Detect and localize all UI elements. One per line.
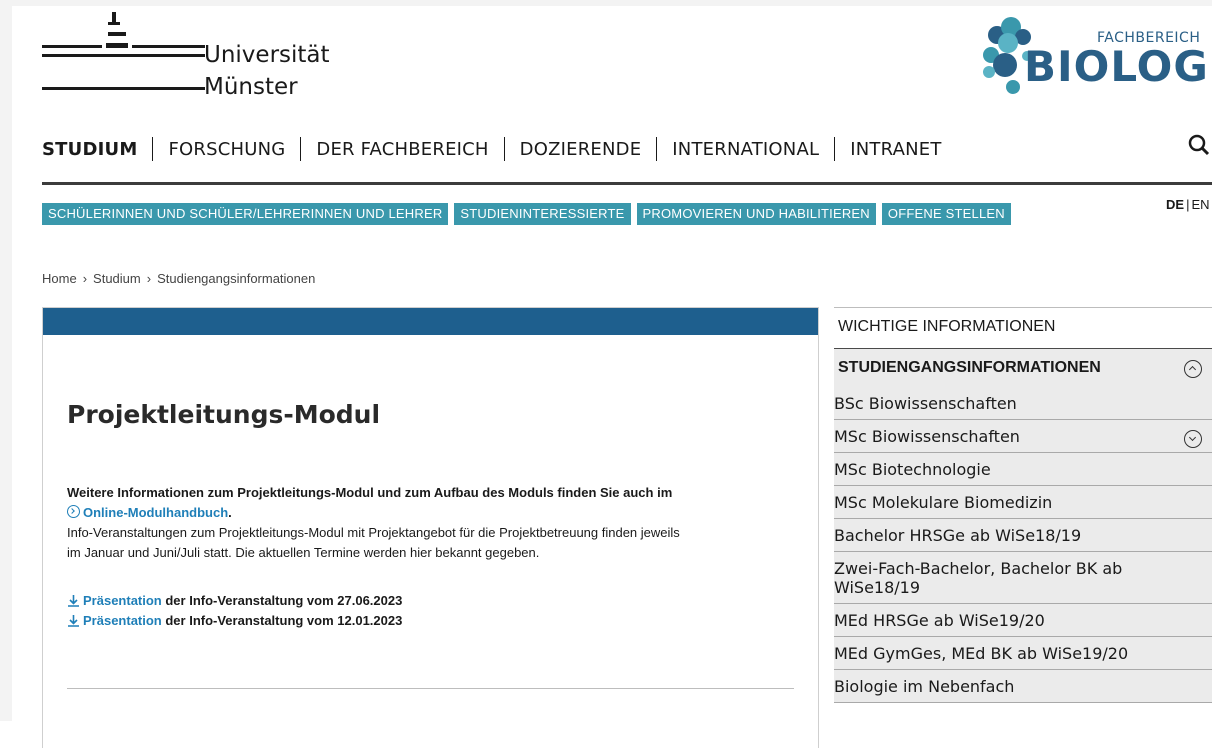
download-icon	[68, 595, 79, 607]
nav-item-forschung[interactable]: FORSCHUNG	[168, 139, 285, 160]
breadcrumb-separator: ›	[82, 271, 88, 286]
faculty-biology-logo[interactable]: FACHBEREICH BIOLOGIE	[975, 10, 1212, 100]
sidebar-item-msc-biomed[interactable]: MSc Molekulare Biomedizin	[834, 486, 1212, 519]
logo-mark	[112, 12, 116, 22]
sidebar-item-bachelor-hrsge[interactable]: Bachelor HRSGe ab WiSe18/19	[834, 519, 1212, 552]
breadcrumb: Home › Studium › Studiengangsinformationen	[42, 271, 315, 286]
sidebar-item-med-hrsge[interactable]: MEd HRSGe ab WiSe19/20	[834, 604, 1212, 637]
nav-separator	[834, 137, 836, 161]
nav-separator	[152, 137, 154, 161]
lang-separator: |	[1186, 197, 1190, 212]
nav-item-intranet[interactable]: INTRANET	[850, 139, 941, 160]
lang-en[interactable]: EN	[1191, 197, 1209, 212]
sidebar-item-label: Biologie im Nebenfach	[834, 677, 1015, 696]
sidebar-section-title[interactable]: STUDIENGANGSINFORMATIONEN	[834, 349, 1212, 387]
nav-item-dozierende[interactable]: DOZIERENDE	[520, 139, 642, 160]
nav-item-fachbereich[interactable]: DER FACHBEREICH	[316, 139, 488, 160]
sidebar-section-label: STUDIENGANGSINFORMATIONEN	[838, 359, 1101, 376]
language-switcher: DE | EN	[1166, 197, 1210, 212]
lang-de[interactable]: DE	[1166, 197, 1184, 212]
info-text: Weitere Informationen zum Projektleitung…	[67, 485, 673, 500]
info-veranstaltung-text-1: Info-Veranstaltungen zum Projektleitungs…	[67, 525, 680, 540]
logo-mark	[106, 43, 128, 48]
presentation-link[interactable]: Präsentation	[83, 613, 162, 628]
subnav-studieninteressierte[interactable]: STUDIENINTERESSIERTE	[454, 203, 631, 225]
logo-mark	[42, 45, 102, 48]
sidebar: WICHTIGE INFORMATIONEN STUDIENGANGSINFOR…	[834, 307, 1212, 703]
nav-separator	[503, 137, 505, 161]
faculty-logo-big-text: BIOLOGIE	[1024, 42, 1212, 91]
sidebar-item-label: Zwei-Fach-Bachelor, Bachelor BK ab WiSe1…	[834, 559, 1123, 597]
download-item: Präsentation der Info-Veranstaltung vom …	[67, 591, 402, 611]
sidebar-item-label: Bachelor HRSGe ab WiSe18/19	[834, 526, 1082, 545]
logo-text-line1: Universität	[204, 42, 330, 68]
content-divider	[67, 688, 794, 689]
window-edge-top	[0, 0, 1212, 6]
sidebar-item-msc-bio[interactable]: MSc Biowissenschaften	[834, 420, 1212, 453]
sidebar-item-label: MSc Biowissenschaften	[834, 427, 1020, 446]
nav-item-studium[interactable]: STUDIUM	[42, 139, 137, 160]
sidebar-item-med-gymges[interactable]: MEd GymGes, MEd BK ab WiSe19/20	[834, 637, 1212, 670]
info-paragraph: Weitere Informationen zum Projektleitung…	[67, 483, 680, 563]
nav-separator	[300, 137, 302, 161]
download-icon	[68, 615, 79, 627]
sidebar-item-label: BSc Biowissenschaften	[834, 394, 1017, 413]
info-veranstaltung-text-2: im Januar und Juni/Juli statt. Die aktue…	[67, 545, 540, 560]
university-logo[interactable]: Universität Münster	[42, 12, 372, 102]
sidebar-item-label: MSc Molekulare Biomedizin	[834, 493, 1053, 512]
logo-text-line2: Münster	[204, 74, 298, 100]
sidebar-item-label: MSc Biotechnologie	[834, 460, 991, 479]
sidebar-item-label: MEd HRSGe ab WiSe19/20	[834, 611, 1045, 630]
main-navigation: STUDIUM FORSCHUNG DER FACHBEREICH DOZIER…	[42, 134, 942, 164]
downloads-list: Präsentation der Info-Veranstaltung vom …	[67, 591, 402, 631]
logo-mark	[108, 32, 126, 36]
nav-separator	[656, 137, 658, 161]
nav-item-international[interactable]: INTERNATIONAL	[672, 139, 819, 160]
nav-divider	[42, 182, 1212, 185]
logo-mark	[42, 54, 205, 57]
breadcrumb-current: Studiengangsinformationen	[157, 271, 316, 286]
window-edge-left	[0, 0, 12, 721]
breadcrumb-home[interactable]: Home	[42, 271, 77, 286]
subnav-promovieren[interactable]: PROMOVIEREN UND HABILITIEREN	[636, 203, 876, 225]
presentation-desc: der Info-Veranstaltung vom 12.01.2023	[161, 613, 403, 628]
logo-mark	[132, 45, 205, 48]
sidebar-item-zwei-fach-bachelor[interactable]: Zwei-Fach-Bachelor, Bachelor BK ab WiSe1…	[834, 552, 1212, 604]
sidebar-item-bsc-bio[interactable]: BSc Biowissenschaften	[834, 387, 1212, 420]
sub-navigation: SCHÜLERINNEN UND SCHÜLER/LEHRERINNEN UND…	[42, 203, 1011, 225]
chevron-circle-right-icon	[67, 505, 80, 518]
collapse-circle-icon[interactable]	[1184, 360, 1202, 378]
presentation-desc: der Info-Veranstaltung vom 27.06.2023	[161, 593, 403, 608]
logo-mark	[108, 22, 120, 25]
sidebar-header[interactable]: WICHTIGE INFORMATIONEN	[834, 307, 1212, 349]
sidebar-item-nebenfach[interactable]: Biologie im Nebenfach	[834, 670, 1212, 703]
expand-circle-icon[interactable]	[1184, 430, 1202, 448]
sidebar-item-msc-biotech[interactable]: MSc Biotechnologie	[834, 453, 1212, 486]
content-panel: Projektleitungs-Modul Weitere Informatio…	[42, 307, 819, 748]
subnav-offene-stellen[interactable]: OFFENE STELLEN	[881, 203, 1011, 225]
breadcrumb-separator: ›	[146, 271, 152, 286]
content-topbar	[43, 308, 818, 335]
sidebar-item-label: MEd GymGes, MEd BK ab WiSe19/20	[834, 644, 1129, 663]
presentation-link[interactable]: Präsentation	[83, 593, 162, 608]
breadcrumb-studium[interactable]: Studium	[93, 271, 141, 286]
modulhandbuch-link[interactable]: Online-Modulhandbuch	[83, 505, 228, 520]
sidebar-section: STUDIENGANGSINFORMATIONEN BSc Biowissens…	[834, 349, 1212, 703]
logo-mark	[42, 87, 205, 90]
search-icon[interactable]	[1186, 132, 1212, 160]
info-text-end: .	[228, 505, 232, 520]
subnav-schueler[interactable]: SCHÜLERINNEN UND SCHÜLER/LEHRERINNEN UND…	[42, 203, 449, 225]
download-item: Präsentation der Info-Veranstaltung vom …	[67, 611, 402, 631]
page-title: Projektleitungs-Modul	[67, 400, 381, 429]
